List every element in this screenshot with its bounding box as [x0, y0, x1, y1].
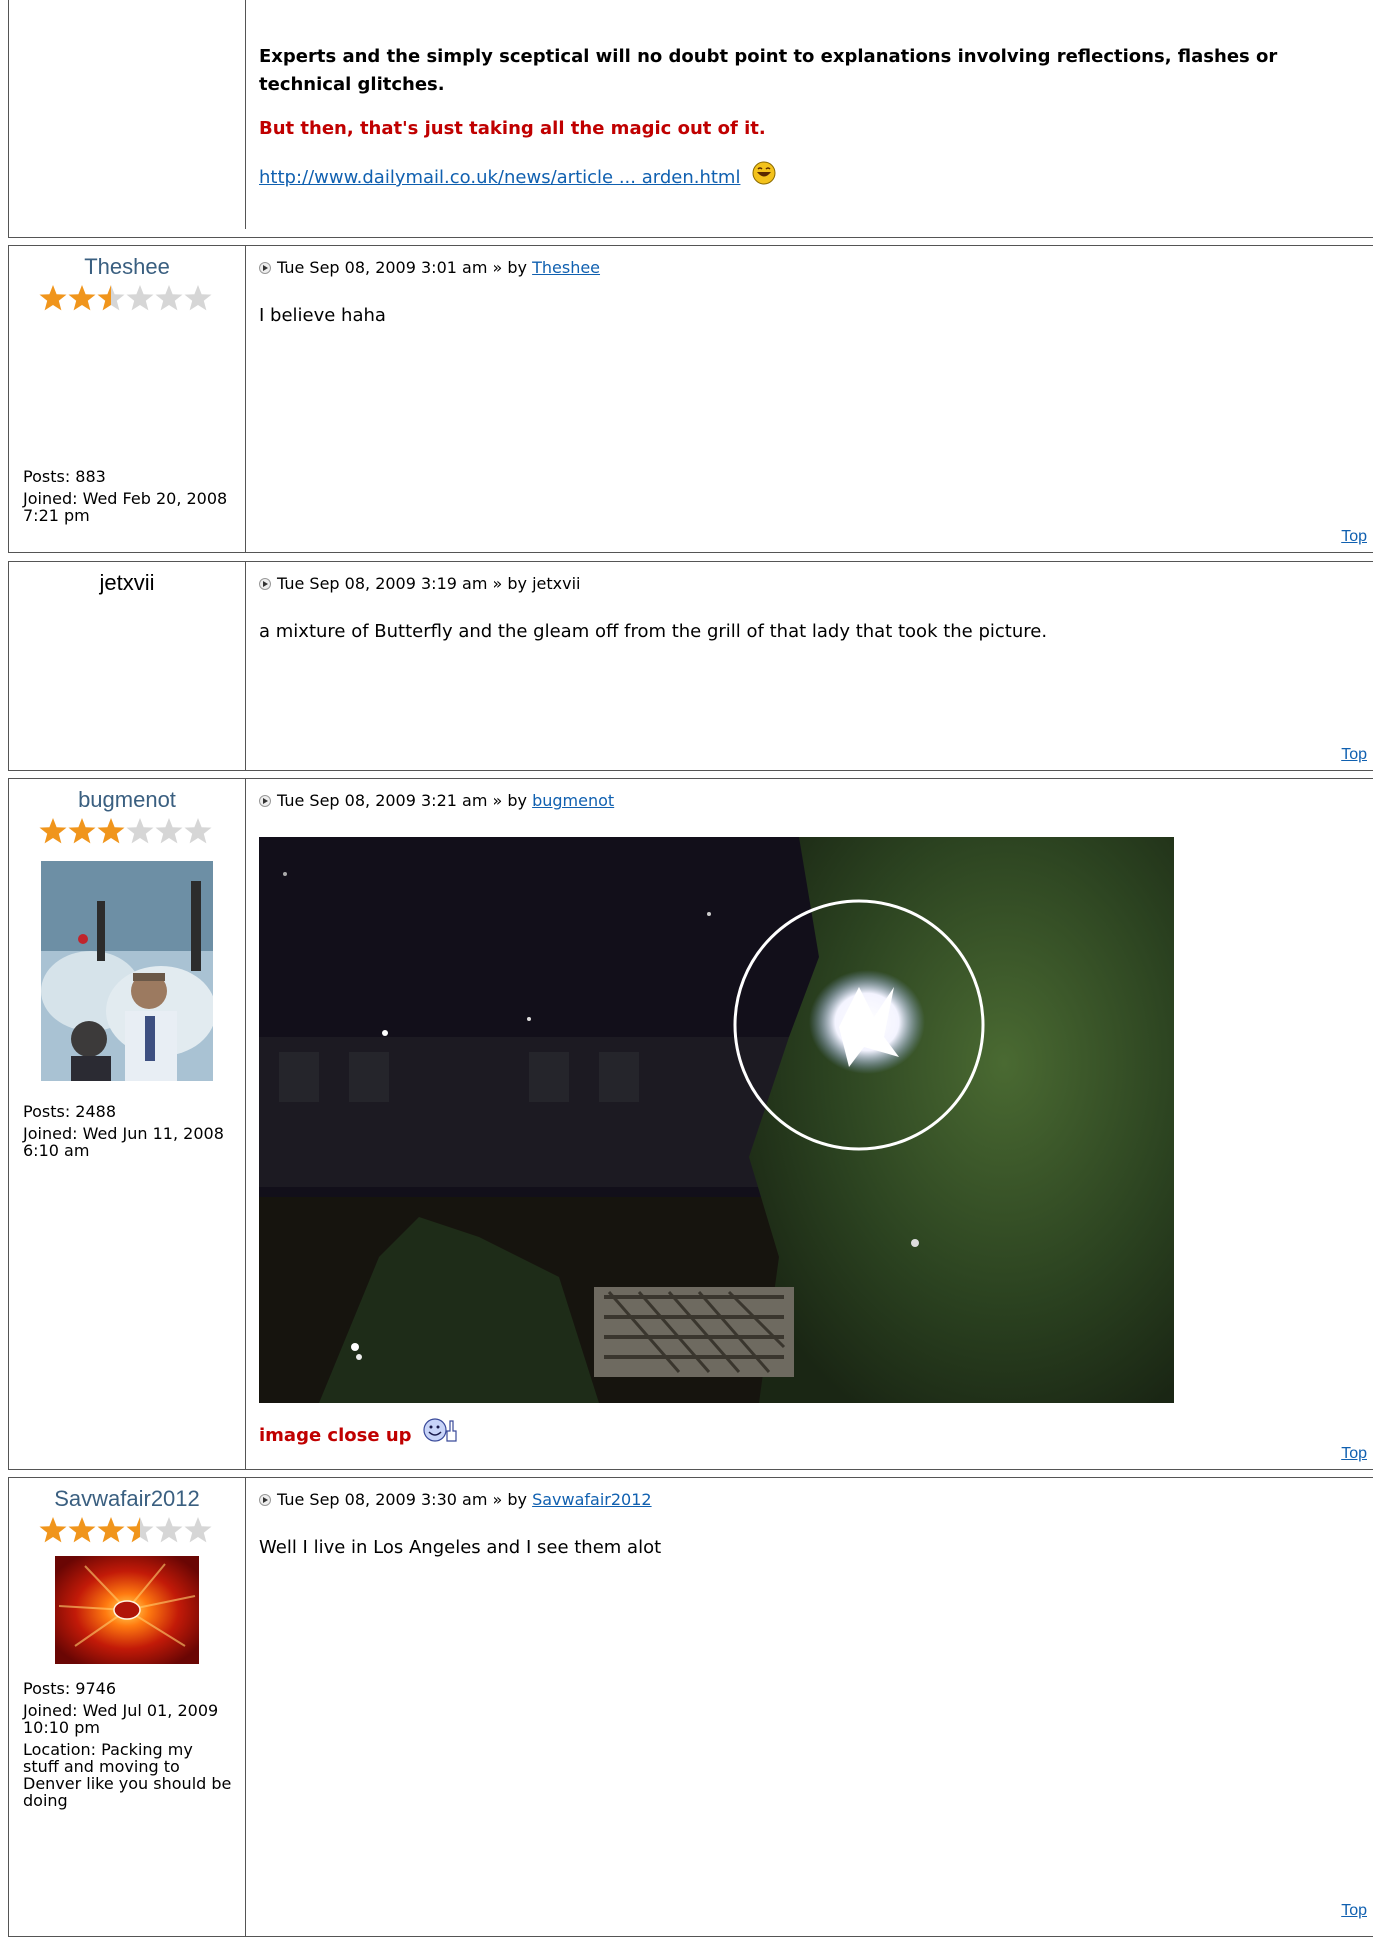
post-sidebar — [9, 0, 246, 229]
post-sidebar: jetxvii — [9, 562, 246, 770]
post-message: Well I live in Los Angeles and I see the… — [259, 1537, 662, 1558]
post-continuation: Experts and the simply sceptical will no… — [8, 0, 1373, 238]
username: jetxvii — [99, 570, 155, 595]
post-savwafair2012: Savwafair2012 Posts: 9746 Joined: Wed Ju… — [8, 1477, 1373, 1937]
joined-date: Joined: Wed Jun 11, 2008 6:10 am — [23, 1124, 224, 1160]
author-link[interactable]: bugmenot — [532, 791, 614, 810]
star-rating-icon — [39, 818, 212, 844]
post-count: Posts: 883 — [23, 467, 106, 486]
user-meta: Posts: 2488 Joined: Wed Jun 11, 2008 6:1… — [23, 1103, 233, 1164]
rating-stars — [9, 1514, 245, 1548]
post-byline: Tue Sep 08, 2009 3:21 am » by bugmenot — [259, 791, 1367, 811]
post-content: Experts and the simply sceptical will no… — [259, 0, 1367, 192]
user-meta: Posts: 9746 Joined: Wed Jul 01, 2009 10:… — [23, 1680, 233, 1814]
star-rating-icon — [39, 285, 212, 311]
rating-stars — [9, 282, 245, 316]
user-avatar — [55, 1556, 199, 1664]
by-label: » by — [492, 258, 528, 277]
top-link[interactable]: Top — [1341, 746, 1367, 764]
username[interactable]: Savwafair2012 — [9, 1486, 245, 1512]
post-date: Tue Sep 08, 2009 3:19 am — [277, 574, 488, 593]
by-label: » by — [492, 1490, 528, 1509]
post-byline: Tue Sep 08, 2009 3:30 am » by Savwafair2… — [259, 1490, 1367, 1510]
user-meta: Posts: 883 Joined: Wed Feb 20, 2008 7:21… — [23, 468, 233, 529]
post-photo — [259, 837, 1174, 1403]
post-message: I believe haha — [259, 305, 386, 326]
image-caption: image close up — [259, 1425, 412, 1446]
post-arrow-icon — [259, 795, 271, 807]
user-avatar — [41, 861, 213, 1081]
post-message: a mixture of Butterfly and the gleam off… — [259, 621, 1048, 642]
username[interactable]: Theshee — [9, 254, 245, 280]
post-date: Tue Sep 08, 2009 3:01 am — [277, 258, 488, 277]
article-paragraph: Experts and the simply sceptical will no… — [259, 46, 1278, 95]
post-content: Tue Sep 08, 2009 3:30 am » by Savwafair2… — [259, 1478, 1367, 1560]
author-link[interactable]: Savwafair2012 — [532, 1490, 652, 1509]
joined-date: Joined: Wed Feb 20, 2008 7:21 pm — [23, 489, 228, 525]
highlight-paragraph: But then, that's just taking all the mag… — [259, 118, 766, 139]
post-count: Posts: 2488 — [23, 1102, 117, 1121]
rating-stars — [9, 815, 245, 849]
post-byline: Tue Sep 08, 2009 3:01 am » by Theshee — [259, 258, 1367, 278]
username[interactable]: bugmenot — [9, 787, 245, 813]
post-date: Tue Sep 08, 2009 3:30 am — [277, 1490, 488, 1509]
top-link[interactable]: Top — [1341, 1445, 1367, 1463]
post-sidebar: Theshee Posts: 883 Joined: Wed Feb 20, 2… — [9, 246, 246, 552]
laughing-smiley-icon — [752, 161, 776, 185]
star-rating-icon — [39, 1517, 212, 1543]
post-count: Posts: 9746 — [23, 1679, 117, 1698]
top-link[interactable]: Top — [1341, 1902, 1367, 1920]
post-arrow-icon — [259, 578, 271, 590]
post-theshee: Theshee Posts: 883 Joined: Wed Feb 20, 2… — [8, 245, 1373, 553]
post-arrow-icon — [259, 262, 271, 274]
post-date: Tue Sep 08, 2009 3:21 am — [277, 791, 488, 810]
post-arrow-icon — [259, 1494, 271, 1506]
article-link[interactable]: http://www.dailymail.co.uk/news/article … — [259, 167, 740, 188]
by-label: » by — [492, 791, 528, 810]
post-byline: Tue Sep 08, 2009 3:19 am » by jetxvii — [259, 574, 1367, 594]
post-sidebar: Savwafair2012 Posts: 9746 Joined: Wed Ju… — [9, 1478, 246, 1936]
post-bugmenot: bugmenot Posts: 2488 Joined: Wed Jun 11,… — [8, 778, 1373, 1470]
by-label: » by — [492, 574, 528, 593]
post-content: Tue Sep 08, 2009 3:01 am » by Theshee I … — [259, 246, 1367, 328]
author-link[interactable]: Theshee — [532, 258, 600, 277]
post-jetxvii: jetxvii Tue Sep 08, 2009 3:19 am » by je… — [8, 561, 1373, 771]
thumbs-up-smiley-icon — [423, 1418, 457, 1442]
top-link[interactable]: Top — [1341, 528, 1367, 546]
joined-date: Joined: Wed Jul 01, 2009 10:10 pm — [23, 1701, 219, 1737]
post-sidebar: bugmenot Posts: 2488 Joined: Wed Jun 11,… — [9, 779, 246, 1469]
post-content: Tue Sep 08, 2009 3:19 am » by jetxvii a … — [259, 562, 1367, 644]
author-name: jetxvii — [532, 574, 581, 593]
post-content: Tue Sep 08, 2009 3:21 am » by bugmenot i… — [259, 779, 1367, 1449]
user-location: Location: Packing my stuff and moving to… — [23, 1740, 232, 1810]
